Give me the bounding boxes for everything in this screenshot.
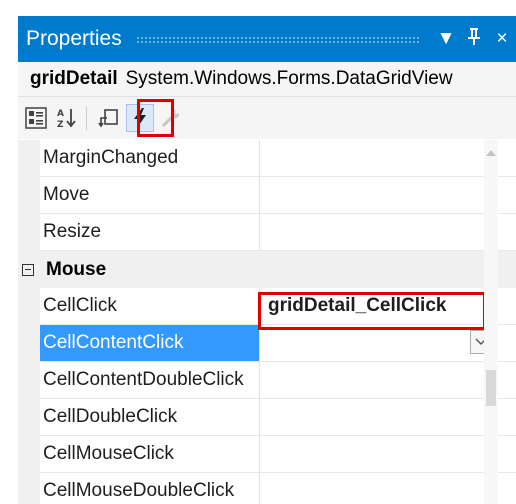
object-selector[interactable]: gridDetail System.Windows.Forms.DataGrid… — [18, 62, 516, 97]
collapse-icon[interactable] — [22, 263, 34, 276]
svg-text:A: A — [57, 109, 64, 119]
property-value[interactable] — [260, 399, 516, 436]
close-icon[interactable]: × — [488, 28, 516, 50]
alphabetical-icon: A Z — [57, 109, 76, 129]
property-name: CellDoubleClick — [40, 399, 260, 436]
property-row[interactable]: CellMouseDoubleClick — [40, 473, 516, 504]
toolbar-separator — [86, 106, 87, 130]
grid-gutter — [18, 140, 40, 504]
events-icon — [134, 108, 146, 128]
category-label: Mouse — [46, 259, 107, 280]
property-name: CellMouseDoubleClick — [40, 473, 260, 504]
property-row[interactable]: MarginChanged — [40, 140, 516, 177]
property-value[interactable] — [260, 177, 516, 214]
vertical-scrollbar[interactable] — [484, 140, 498, 504]
property-grid: MarginChanged Move Resize Mouse CellClic… — [18, 140, 516, 504]
category-row-mouse[interactable]: Mouse — [18, 251, 516, 288]
property-value-editor[interactable] — [260, 325, 516, 362]
property-name: CellContentClick — [40, 325, 260, 362]
property-row[interactable]: Move — [40, 177, 516, 214]
property-value[interactable] — [260, 436, 516, 473]
property-name: MarginChanged — [40, 140, 260, 177]
property-value[interactable] — [260, 214, 516, 251]
properties-toolbar: A Z — [18, 97, 516, 139]
scrollbar-thumb[interactable] — [486, 370, 496, 406]
property-row[interactable]: CellMouseClick — [40, 436, 516, 473]
object-name: gridDetail — [30, 68, 118, 89]
property-pages-icon — [98, 109, 118, 128]
title-grip[interactable] — [135, 35, 420, 43]
property-value[interactable] — [260, 140, 516, 177]
wrench-icon — [162, 109, 180, 127]
property-row[interactable]: CellContentDoubleClick — [40, 362, 516, 399]
svg-text:Z: Z — [57, 120, 64, 129]
dropdown-icon[interactable]: ▼ — [432, 28, 460, 50]
property-value[interactable] — [260, 473, 516, 504]
property-name: Resize — [40, 214, 260, 251]
property-row[interactable]: CellDoubleClick — [40, 399, 516, 436]
property-value[interactable] — [260, 362, 516, 399]
events-button[interactable] — [126, 104, 154, 132]
categorized-button[interactable] — [23, 105, 49, 131]
property-name: CellClick — [40, 288, 260, 325]
property-name: CellContentDoubleClick — [40, 362, 260, 399]
categorized-icon — [25, 107, 47, 129]
pin-icon[interactable] — [460, 27, 488, 51]
property-row-cellclick[interactable]: CellClick gridDetail_CellClick — [40, 288, 516, 325]
property-pages-button[interactable] — [96, 105, 122, 131]
panel-title: Properties — [26, 27, 122, 50]
alphabetical-button[interactable]: A Z — [54, 105, 80, 131]
properties-title-bar: Properties ▼ × — [18, 16, 516, 62]
property-value[interactable]: gridDetail_CellClick — [260, 288, 516, 325]
property-name: CellMouseClick — [40, 436, 260, 473]
scroll-up-arrow-icon[interactable] — [486, 150, 496, 156]
property-row-cellcontentclick[interactable]: CellContentClick — [40, 325, 516, 362]
property-settings-button[interactable] — [158, 105, 184, 131]
property-name: Move — [40, 177, 260, 214]
property-row[interactable]: Resize — [40, 214, 516, 251]
object-type: System.Windows.Forms.DataGridView — [125, 68, 453, 89]
